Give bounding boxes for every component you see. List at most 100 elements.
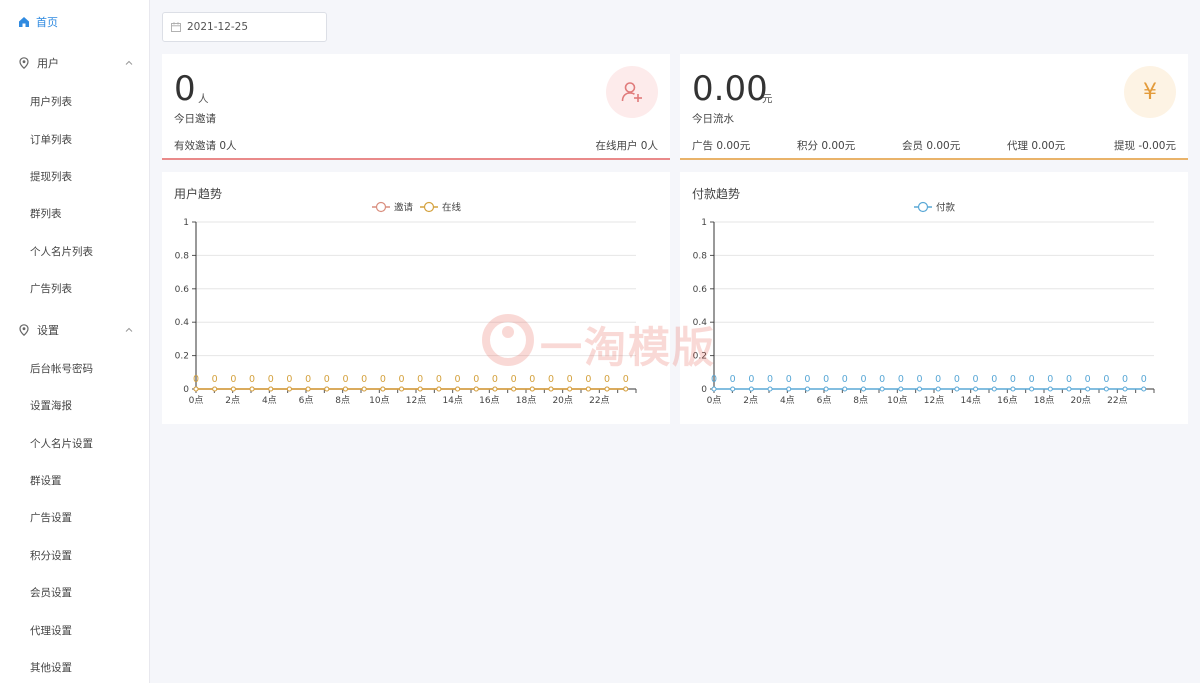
payment-trend-chart: 00.20.40.60.810点 2点 4点 6点 8点 10点 12点 14点 16点 18点 2…	[693, 202, 1155, 406]
data-label: 0	[548, 374, 554, 385]
data-label: 0	[492, 374, 498, 385]
data-label: 0	[786, 374, 792, 385]
revenue-amount: 0.00	[692, 69, 768, 109]
data-point	[860, 386, 866, 392]
y-tick-label: 1	[183, 218, 189, 228]
x-tick-label: 14点	[960, 395, 980, 406]
points-revenue-text: 积分 0.00元	[797, 140, 856, 152]
nav-group-settings[interactable]: 设置	[18, 322, 136, 338]
data-label: 0	[585, 374, 591, 385]
nav-home[interactable]: 首页	[18, 14, 58, 30]
sidebar-item-withdraw-list[interactable]: 提现列表	[30, 169, 72, 185]
data-label: 0	[1085, 374, 1091, 385]
sidebar-item-user-list[interactable]: 用户列表	[30, 94, 72, 110]
nav-group-user-label: 用户	[37, 57, 59, 70]
x-tick-label: 12点	[924, 395, 944, 406]
x-tick-label: 10点	[887, 395, 907, 406]
legend-label: 邀请	[394, 202, 414, 214]
y-tick-label: 0	[701, 385, 707, 395]
data-label: 0	[230, 374, 236, 385]
user-trend-card: 用户趋势 0 0.2 0.4 0.6 0.8 1 0点 2点 4点 6点 8点 10点 12点 14点 16…	[162, 172, 670, 424]
legend-marker	[423, 201, 435, 213]
x-tick-label: 4点	[780, 395, 795, 406]
x-tick-label: 20点	[1070, 395, 1090, 406]
data-label: 0	[973, 374, 979, 385]
sidebar-item-member-settings[interactable]: 会员设置	[30, 585, 72, 601]
data-point	[212, 386, 218, 392]
data-label: 0	[529, 374, 535, 385]
x-tick-label: 6点	[817, 395, 832, 406]
sidebar-item-poster-settings[interactable]: 设置海报	[30, 398, 72, 414]
date-picker[interactable]: 2021-12-25	[162, 12, 327, 42]
sidebar-item-other-settings[interactable]: 其他设置	[30, 660, 72, 676]
data-label: 0	[1066, 374, 1072, 385]
data-label: 0	[473, 374, 479, 385]
sidebar-item-order-list[interactable]: 订单列表	[30, 132, 72, 148]
online-users-text: 在线用户 0人	[595, 140, 658, 152]
invite-unit: 人	[198, 93, 209, 105]
y-tick-label: 0.4	[175, 318, 190, 328]
sidebar-item-card-list[interactable]: 个人名片列表	[30, 244, 93, 260]
data-label: 0	[623, 374, 629, 385]
y-tick-label: 0.4	[693, 318, 708, 328]
x-tick-label: 2点	[225, 395, 240, 406]
x-tick-label: 8点	[853, 395, 868, 406]
data-point	[230, 386, 236, 392]
data-label: 0	[268, 374, 274, 385]
data-point	[623, 386, 629, 392]
data-label: 0	[212, 374, 218, 385]
data-label: 0	[711, 374, 717, 385]
data-label: 0	[342, 374, 348, 385]
data-point	[193, 386, 199, 392]
nav-home-label: 首页	[36, 16, 58, 29]
payment-trend-card: 付款趋势 0 0.2 0.4 0.6 0.8 1 0点 2点 4点 6点 8点 10点 12点 14点 16…	[680, 172, 1188, 424]
data-point	[879, 386, 885, 392]
data-point	[804, 386, 810, 392]
location-pin-icon	[19, 324, 29, 336]
chevron-up-icon[interactable]	[124, 58, 134, 68]
data-point	[436, 386, 442, 392]
chevron-up-icon[interactable]	[124, 325, 134, 335]
data-label: 0	[380, 374, 386, 385]
sidebar-item-card-settings[interactable]: 个人名片设置	[30, 436, 93, 452]
sidebar-item-group-list[interactable]: 群列表	[30, 206, 62, 222]
x-tick-label: 20点	[552, 395, 572, 406]
data-label: 0	[954, 374, 960, 385]
legend-label: 付款	[936, 202, 956, 214]
data-point	[511, 386, 517, 392]
sidebar-item-points-settings[interactable]: 积分设置	[30, 548, 72, 564]
data-point	[730, 386, 736, 392]
x-tick-label: 16点	[479, 395, 499, 406]
x-tick-label: 4点	[262, 395, 277, 406]
y-tick-label: 0.6	[175, 285, 190, 295]
y-tick-label: 0.8	[693, 251, 708, 261]
sidebar-item-admin-password[interactable]: 后台帐号密码	[30, 361, 93, 377]
data-point	[711, 386, 717, 392]
data-point	[1122, 386, 1128, 392]
withdraw-text: 提现 -0.00元	[1113, 140, 1176, 152]
y-tick-label: 0.2	[175, 352, 189, 362]
data-label: 0	[1103, 374, 1109, 385]
data-point	[492, 386, 498, 392]
x-tick-label: 2点	[743, 395, 758, 406]
y-tick-label: 0.8	[175, 251, 190, 261]
nav-group-user[interactable]: 用户	[18, 55, 136, 71]
legend-marker	[375, 201, 387, 213]
data-label: 0	[286, 374, 292, 385]
data-point	[1010, 386, 1016, 392]
data-label: 0	[898, 374, 904, 385]
sidebar-item-group-settings[interactable]: 群设置	[30, 473, 62, 489]
data-point	[324, 386, 330, 392]
data-point	[361, 386, 367, 392]
x-tick-label: 14点	[442, 395, 462, 406]
y-tick-label: 0.2	[693, 352, 707, 362]
data-label: 0	[1047, 374, 1053, 385]
home-icon	[19, 17, 29, 27]
data-label: 0	[991, 374, 997, 385]
data-label: 0	[567, 374, 573, 385]
sidebar-item-ad-settings[interactable]: 广告设置	[30, 510, 72, 526]
data-point	[954, 386, 960, 392]
location-pin-icon	[19, 57, 29, 69]
sidebar-item-agent-settings[interactable]: 代理设置	[30, 623, 72, 639]
sidebar-item-ad-list[interactable]: 广告列表	[30, 281, 72, 297]
